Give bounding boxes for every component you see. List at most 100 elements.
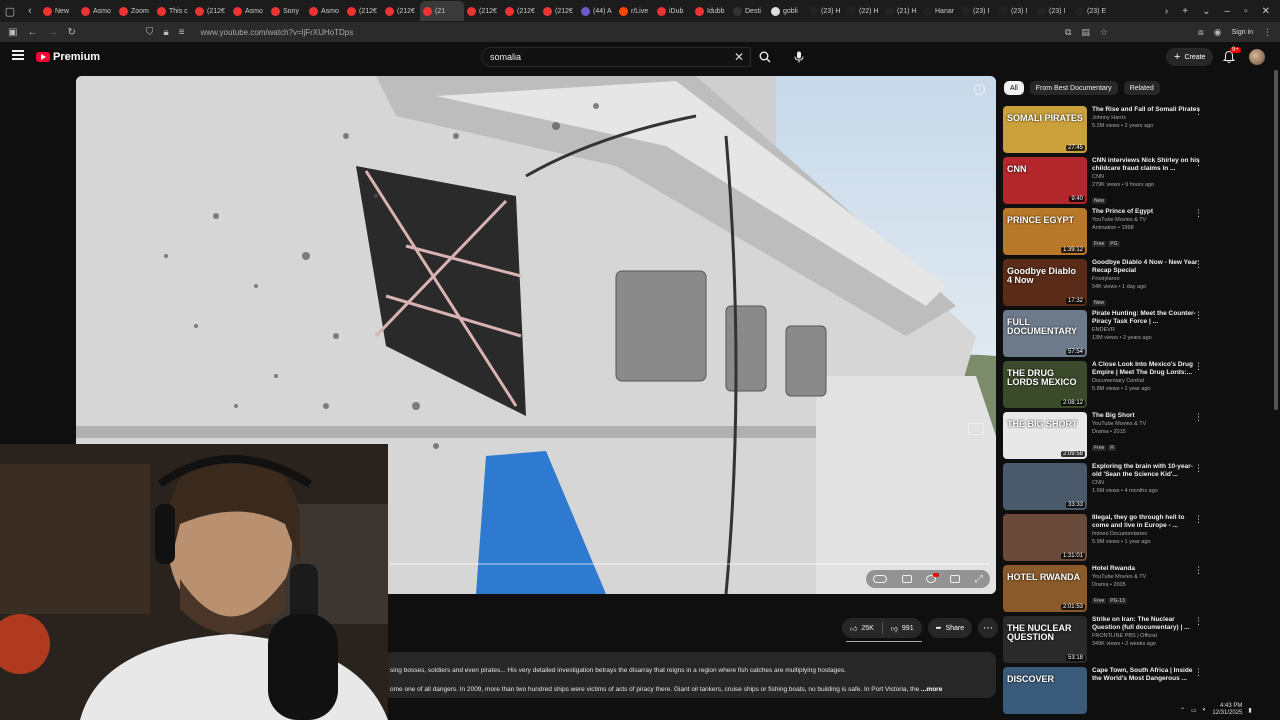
network-icon[interactable]: ▭	[1191, 707, 1197, 714]
rec-menu-icon[interactable]: ⋮	[1194, 362, 1203, 371]
youtube-logo[interactable]: Premium	[36, 51, 100, 63]
video-thumbnail[interactable]: THE BIG SHORT 2:09:58	[1003, 412, 1087, 459]
browser-menu-icon[interactable]: ⋮	[1263, 27, 1272, 38]
like-button[interactable]: 👍︎ 25K	[842, 624, 882, 633]
browser-tab[interactable]: r/Live	[616, 1, 654, 21]
browser-tab[interactable]: (23) I	[996, 1, 1034, 21]
tab-scroll-right-icon[interactable]: ›	[1165, 6, 1168, 17]
voice-search-button[interactable]	[788, 46, 810, 68]
browser-tab[interactable]: (22) H	[844, 1, 882, 21]
notification-center-icon[interactable]: ▮	[1248, 707, 1251, 714]
browser-tab[interactable]: (212€	[502, 1, 540, 21]
back-button[interactable]: ←	[27, 27, 37, 38]
browser-tab[interactable]: Idubb	[692, 1, 730, 21]
more-actions-button[interactable]: ⋯	[978, 618, 999, 638]
clock[interactable]: 4:43 PM 12/31/2025	[1212, 703, 1242, 717]
rec-title[interactable]: The Big Short	[1092, 412, 1202, 420]
video-thumbnail[interactable]: PRINCE EGYPT 1:39:12	[1003, 208, 1087, 255]
rec-channel[interactable]: Johnny Harris	[1092, 114, 1202, 122]
rec-menu-icon[interactable]: ⋮	[1194, 668, 1203, 677]
shield-icon[interactable]: ⛉	[146, 27, 154, 38]
browser-tab[interactable]: (44) A	[578, 1, 616, 21]
account-avatar[interactable]	[1249, 49, 1265, 65]
create-button[interactable]: + Create	[1166, 48, 1214, 66]
browser-tab[interactable]: Asmo	[78, 1, 116, 21]
rec-menu-icon[interactable]: ⋮	[1194, 413, 1203, 422]
browser-tab[interactable]: Desti	[730, 1, 768, 21]
video-thumbnail[interactable]: FULL DOCUMENTARY 57:54	[1003, 310, 1087, 357]
browser-tab[interactable]: Zoom	[116, 1, 154, 21]
video-thumbnail[interactable]: THE DRUG LORDS MEXICO 2:08:12	[1003, 361, 1087, 408]
page-scrollbar[interactable]	[1274, 70, 1278, 410]
video-thumbnail[interactable]: 33:33	[1003, 463, 1087, 510]
recommendation-item[interactable]: THE NUCLEAR QUESTION 53:18 Strike on Iran:…	[1003, 616, 1213, 667]
reload-button[interactable]: ↻	[67, 27, 75, 38]
settings-gear-icon[interactable]	[925, 573, 939, 583]
rec-title[interactable]: Cape Town, South Africa | Inside the Wor…	[1092, 667, 1202, 683]
rec-menu-icon[interactable]: ⋮	[1194, 260, 1203, 269]
autoplay-toggle[interactable]	[873, 575, 888, 583]
video-description[interactable]: sing bosses, soldiers and even pirates..…	[384, 652, 996, 698]
recommendation-item[interactable]: SOMALI PIRATES 27:45 The Rise and Fall of …	[1003, 106, 1213, 157]
rec-title[interactable]: Pirate Hunting: Meet the Counter-Piracy …	[1092, 310, 1202, 326]
sidebar-toggle-icon[interactable]: ▣	[8, 27, 17, 38]
miniplayer-icon[interactable]	[968, 423, 984, 435]
video-thumbnail[interactable]: 1:31:01	[1003, 514, 1087, 561]
rec-title[interactable]: Illegal, they go through hell to come an…	[1092, 514, 1202, 530]
browser-tab[interactable]: (212€	[540, 1, 578, 21]
rec-title[interactable]: Strike on Iran: The Nuclear Question (fu…	[1092, 616, 1202, 632]
browser-tab[interactable]: gobli	[768, 1, 806, 21]
extensions-icon[interactable]: ⧈	[1198, 27, 1204, 38]
rec-title[interactable]: Exploring the brain with 10-year-old 'Se…	[1092, 463, 1202, 479]
recommendation-item[interactable]: PRINCE EGYPT 1:39:12 The Prince of Egypt Yo…	[1003, 208, 1213, 259]
video-progress-bar[interactable]	[390, 563, 990, 565]
video-thumbnail[interactable]: DISCOVER	[1003, 667, 1087, 714]
recommendation-item[interactable]: Goodbye Diablo 4 Now 17:32 Goodbye Diablo …	[1003, 259, 1213, 310]
browser-tab[interactable]: (23) E	[1072, 1, 1110, 21]
rec-menu-icon[interactable]: ⋮	[1194, 464, 1203, 473]
rec-title[interactable]: Hotel Rwanda	[1092, 565, 1202, 573]
rec-title[interactable]: Goodbye Diablo 4 Now - New Year Recap Sp…	[1092, 259, 1202, 275]
browser-tab[interactable]: (212€	[382, 1, 420, 21]
recommendation-item[interactable]: FULL DOCUMENTARY 57:54 Pirate Hunting: Mee…	[1003, 310, 1213, 361]
volume-icon[interactable]: 🔈︎	[1203, 707, 1207, 714]
info-icon[interactable]: i	[974, 84, 985, 95]
browser-tab[interactable]: Asmo	[306, 1, 344, 21]
share-button[interactable]: ➦ Share	[927, 618, 973, 638]
browser-tab[interactable]: (21) H	[882, 1, 920, 21]
rec-channel[interactable]: YouTube Movies & TV	[1092, 216, 1202, 224]
forward-button[interactable]: →	[47, 27, 57, 38]
rec-menu-icon[interactable]: ⋮	[1194, 617, 1203, 626]
browser-tab[interactable]: Asmo	[230, 1, 268, 21]
recommendation-item[interactable]: CNN 9:40 CNN interviews Nick Shirley on hi…	[1003, 157, 1213, 208]
menu-icon[interactable]	[12, 50, 24, 60]
browser-tab[interactable]: (212€	[464, 1, 502, 21]
rec-channel[interactable]: ENDEVR	[1092, 326, 1202, 334]
rec-menu-icon[interactable]: ⋮	[1194, 515, 1203, 524]
fullscreen-icon[interactable]: ⤢	[975, 574, 983, 585]
rec-menu-icon[interactable]: ⋮	[1194, 209, 1203, 218]
browser-tab[interactable]: New	[40, 1, 78, 21]
rec-channel[interactable]: YouTube Movies & TV	[1092, 573, 1202, 581]
search-button[interactable]	[752, 47, 778, 67]
rec-channel[interactable]: YouTube Movies & TV	[1092, 420, 1202, 428]
close-window-button[interactable]: ✕	[1262, 6, 1270, 17]
recommendation-item[interactable]: THE DRUG LORDS MEXICO 2:08:12 A Close Look…	[1003, 361, 1213, 412]
video-thumbnail[interactable]: SOMALI PIRATES 27:45	[1003, 106, 1087, 153]
show-more-link[interactable]: ...more	[921, 686, 942, 693]
recommendation-item[interactable]: HOTEL RWANDA 2:01:53 Hotel Rwanda YouTube M…	[1003, 565, 1213, 616]
filter-chip[interactable]: All	[1004, 81, 1024, 95]
browser-tab[interactable]: (23) I	[958, 1, 996, 21]
profile-icon[interactable]: ◉	[1214, 27, 1222, 38]
new-tab-button[interactable]: +	[1182, 6, 1188, 17]
rec-title[interactable]: The Rise and Fall of Somali Pirates	[1092, 106, 1202, 114]
minimize-button[interactable]: –	[1225, 6, 1231, 17]
browser-tab[interactable]: Hanar	[920, 1, 958, 21]
cast-icon[interactable]: ⧉	[1065, 27, 1071, 38]
rec-channel[interactable]: FRONTLINE PBS | Official	[1092, 632, 1202, 640]
maximize-button[interactable]: ▫	[1244, 6, 1248, 17]
rec-title[interactable]: The Prince of Egypt	[1092, 208, 1202, 216]
url-field[interactable]: www.youtube.com/watch?v=ljFrXUHoTDps	[201, 28, 354, 37]
tab-dropdown-icon[interactable]: ⌄	[1202, 6, 1210, 17]
rec-menu-icon[interactable]: ⋮	[1194, 566, 1203, 575]
